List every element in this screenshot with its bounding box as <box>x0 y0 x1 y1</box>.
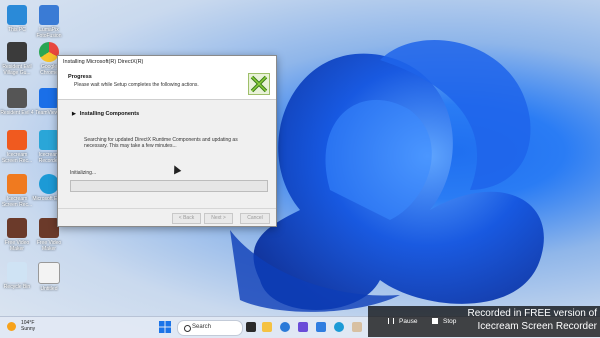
icecream-screen-recorder-icon <box>7 174 27 194</box>
dialog-footer: < Back Next > Cancel <box>58 208 276 226</box>
desktop-icon-untitled[interactable]: Untitled <box>34 262 64 292</box>
teams-icon[interactable] <box>298 322 308 332</box>
pause-button[interactable]: Pause <box>388 315 417 327</box>
cancel-button[interactable]: Cancel <box>240 213 270 224</box>
section-heading: ▶ Installing Components <box>72 111 139 117</box>
pc-icon <box>7 5 27 25</box>
icecream-screen-recorder-icon <box>7 130 27 150</box>
mail-icon[interactable] <box>316 322 326 332</box>
sun-icon <box>7 321 16 331</box>
desktop-icon-resident-evil-4[interactable]: Resident Evil 4 <box>0 88 34 116</box>
chrome-icon <box>39 42 59 62</box>
video-maker-icon <box>39 218 59 238</box>
store-icon[interactable] <box>352 322 362 332</box>
setup-dialog: Installing Microsoft(R) DirectX(R) Progr… <box>57 55 277 227</box>
stop-button[interactable]: Stop <box>432 315 456 327</box>
edge-pinned-icon[interactable] <box>334 322 344 332</box>
game-icon <box>7 42 27 62</box>
search-label: Search <box>192 324 212 330</box>
search-icon <box>184 325 191 332</box>
file-explorer-icon[interactable] <box>262 322 272 332</box>
recorder-overlay: Pause Stop Recorded in FREE version of I… <box>368 306 600 337</box>
dialog-title[interactable]: Installing Microsoft(R) DirectX(R) <box>58 56 276 69</box>
dialog-body: ▶ Installing Components Searching for upd… <box>58 100 276 207</box>
video-maker-icon <box>7 218 27 238</box>
directx-logo-icon <box>248 73 270 95</box>
app-icon <box>39 5 59 25</box>
icecream-icon <box>39 130 59 150</box>
recycle-bin-icon <box>7 262 27 282</box>
desktop-icon-resident-evil-village[interactable]: Resident Evil Village Gu... <box>2 42 32 76</box>
pause-label: Pause <box>399 317 418 325</box>
pause-icon <box>388 318 394 324</box>
desktop-icon-recycle-bin[interactable]: Recycle Bin <box>2 262 32 290</box>
progress-subheading: Please wait while Setup completes the fo… <box>74 82 199 88</box>
section-label: Installing Components <box>79 111 140 117</box>
desktop-icon-this-pc[interactable]: This PC <box>2 5 32 33</box>
desktop-icon-icecream-screen-recorder-2[interactable]: Icecream Screen Rec... <box>2 174 32 208</box>
search-box[interactable]: Search <box>177 320 243 336</box>
stop-icon <box>432 318 438 324</box>
arrow-right-icon: ▶ <box>72 111 76 117</box>
desktop-icon-free-video-maker[interactable]: Free Video Maker <box>2 218 32 252</box>
weather-desc: Sunny <box>21 326 36 332</box>
teamviewer-icon <box>39 88 59 108</box>
recorder-watermark: Recorded in FREE version of Icecream Scr… <box>467 308 597 332</box>
weather-widget[interactable]: 104°F Sunny <box>7 320 35 332</box>
progress-bar <box>70 180 268 192</box>
desktop-icon-lumapix[interactable]: LumaPix FotoFusion <box>34 5 64 39</box>
back-button[interactable]: < Back <box>172 213 201 224</box>
stop-label: Stop <box>443 317 457 325</box>
file-icon <box>38 262 60 284</box>
task-view-icon[interactable] <box>246 322 256 332</box>
windows-start-icon[interactable] <box>159 321 171 333</box>
edge-icon <box>39 174 59 194</box>
game-icon <box>7 88 27 108</box>
next-button[interactable]: Next > <box>204 213 233 224</box>
section-description: Searching for updated DirectX Runtime Co… <box>84 137 238 149</box>
status-text: Initializing... <box>70 170 97 176</box>
edge-taskbar-icon[interactable] <box>280 322 290 332</box>
dialog-header: Progress Please wait while Setup complet… <box>58 69 276 100</box>
progress-heading: Progress <box>68 74 92 80</box>
desktop-icon-icecream-screen-recorder[interactable]: Icecream Screen Rec... <box>2 130 32 164</box>
